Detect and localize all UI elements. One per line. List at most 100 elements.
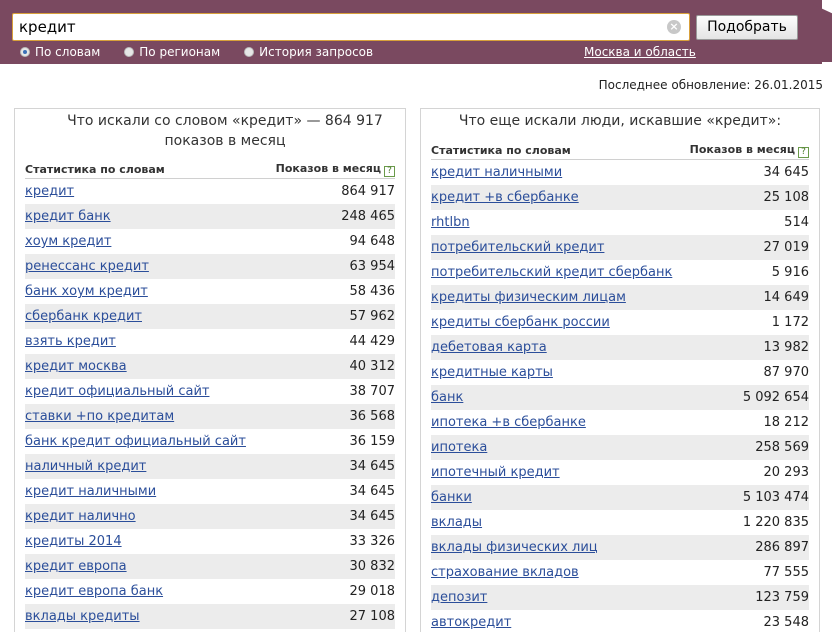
mode-by-words[interactable]: По словам [20,43,100,61]
keyword-link[interactable]: кредит европа [25,559,127,574]
impressions-count: 1 172 [771,315,809,330]
keyword-link[interactable]: ипотека [431,440,487,455]
keyword-link[interactable]: автокредит [431,615,511,630]
submit-button[interactable]: Подобрать [696,15,798,40]
table-row: дебетовая карта 13 982 [431,335,809,360]
keyword-link[interactable]: сбербанк кредит [25,309,142,324]
impressions-count: 30 832 [349,559,396,574]
keyword-link[interactable]: потребительский кредит сбербанк [431,265,672,280]
keyword-link[interactable]: кредиты 2014 [25,534,122,549]
radio-button[interactable] [124,47,135,57]
keyword-link[interactable]: rhtlbn [431,215,470,230]
table-row: кредит европа 30 832 [25,554,395,579]
table-header: Статистика по словам Показов в месяц? [431,142,809,160]
keyword-link[interactable]: кредит банк [25,209,111,224]
help-icon[interactable]: ? [798,147,809,158]
panel-title: Что искали со словом «кредит» — 864 917 … [67,113,383,149]
keyword-link[interactable]: кредит наличными [25,484,156,499]
impressions-count: 34 645 [349,484,396,499]
keyword-link[interactable]: кредитные карты [431,365,553,380]
table-row: кредит банк 248 465 [25,204,395,229]
table-row: сбербанк кредит 57 962 [25,304,395,329]
table-row: потребительский кредит сбербанк 5 916 [431,260,809,285]
impressions-count: 14 649 [763,290,810,305]
impressions-count: 58 436 [349,284,396,299]
table-row: ипотека +в сбербанке 18 212 [431,410,809,435]
table-row: автокредит 23 548 [431,610,809,632]
impressions-count: 25 108 [763,190,810,205]
last-updated-text: Последнее обновление: 26.01.2015 [598,78,823,92]
table-row: ипотечный кредит 20 293 [431,460,809,485]
impressions-count: 27 108 [349,609,396,624]
search-input[interactable] [19,17,659,37]
keyword-link[interactable]: банк хоум кредит [25,284,148,299]
keyword-link[interactable]: взять кредит [25,334,116,349]
keyword-link[interactable]: банк [431,390,463,405]
search-mode-selector: По словам По регионам История запросов [20,43,397,61]
mode-label: По словам [35,45,101,59]
table-row: наличный кредит 34 645 [25,454,395,479]
keyword-link[interactable]: кредиты сбербанк россии [431,315,610,330]
impressions-count: 33 326 [349,534,396,549]
keyword-link[interactable]: кредит москва [25,359,127,374]
impressions-count: 27 019 [763,240,810,255]
keyword-link[interactable]: вклады кредиты [25,609,140,624]
keyword-link[interactable]: вклады [431,515,482,530]
table-row: кредит наличными 34 645 [25,479,395,504]
mode-query-history[interactable]: История запросов [244,43,373,61]
keyword-link[interactable]: дебетовая карта [431,340,547,355]
table-row: rhtlbn 514 [431,210,809,235]
keyword-link[interactable]: потребительский кредит [431,240,604,255]
table-row: банк хоум кредит 58 436 [25,279,395,304]
table-header: Статистика по словам Показов в месяц? [25,161,395,179]
impressions-count: 44 429 [349,334,396,349]
header-tab-decoration [812,4,832,62]
impressions-count: 38 707 [349,384,396,399]
radio-button-checked[interactable] [20,47,30,57]
keyword-link[interactable]: ипотечный кредит [431,465,560,480]
table-row: кредит +в сбербанке 25 108 [431,185,809,210]
keyword-link[interactable]: банки [431,490,472,505]
related-queries-panel: Что еще искали люди, искавшие «кредит»: … [420,108,820,632]
impressions-count: 123 759 [755,590,809,605]
keyword-link[interactable]: кредит наличными [431,165,562,180]
clear-icon[interactable]: × [667,20,681,34]
keyword-link[interactable]: кредит официальный сайт [25,384,209,399]
column-header-keyword: Статистика по словам [431,144,571,157]
table-row: кредит москва 40 312 [25,354,395,379]
keyword-link[interactable]: кредиты физическим лицам [431,290,626,305]
impressions-count: 63 954 [349,259,396,274]
impressions-count: 36 568 [349,409,396,424]
impressions-count: 87 970 [763,365,810,380]
impressions-count: 34 645 [349,459,396,474]
related-queries-table: Статистика по словам Показов в месяц? кр… [431,142,809,632]
keyword-link[interactable]: ренессанс кредит [25,259,149,274]
impressions-count: 40 312 [349,359,396,374]
table-row: ренессанс кредит 63 954 [25,254,395,279]
search-box[interactable]: × [12,13,690,41]
keyword-link[interactable]: наличный кредит [25,459,146,474]
keyword-link[interactable]: кредит налично [25,509,136,524]
keyword-link[interactable]: вклады физических лиц [431,540,598,555]
keyword-link[interactable]: депозит [431,590,487,605]
impressions-count: 286 897 [755,540,809,555]
help-icon[interactable]: ? [384,166,395,177]
impressions-count: 5 092 654 [742,390,809,405]
keyword-link[interactable]: кредит [25,184,74,199]
region-link[interactable]: Москва и область [584,43,696,61]
radio-button[interactable] [244,47,255,57]
keyword-link[interactable]: хоум кредит [25,234,111,249]
impressions-count: 77 555 [763,565,810,580]
impressions-count: 34 645 [763,165,810,180]
keyword-link[interactable]: ставки +по кредитам [25,409,174,424]
table-row: кредиты физическим лицам 14 649 [431,285,809,310]
mode-by-regions[interactable]: По регионам [124,43,220,61]
impressions-count: 57 962 [349,309,396,324]
keyword-link[interactable]: банк кредит официальный сайт [25,434,246,449]
table-row: взять кредит 44 429 [25,329,395,354]
keyword-link[interactable]: кредит европа банк [25,584,163,599]
keyword-link[interactable]: ипотека +в сбербанке [431,415,586,430]
keyword-link[interactable]: страхование вкладов [431,565,579,580]
table-row: банк кредит официальный сайт 36 159 [25,429,395,454]
keyword-link[interactable]: кредит +в сбербанке [431,190,579,205]
